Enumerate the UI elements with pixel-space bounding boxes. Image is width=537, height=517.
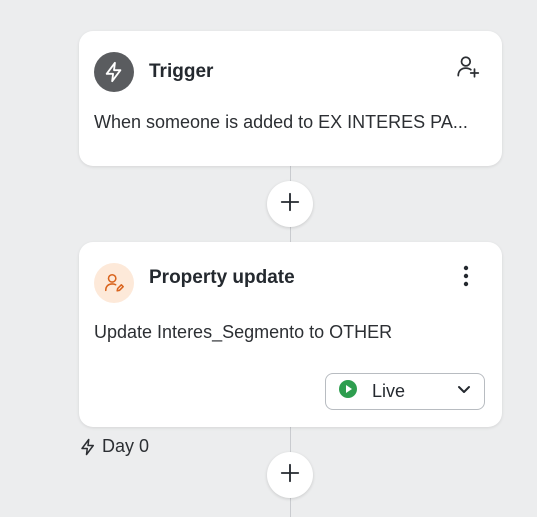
add-person-button[interactable] [454, 55, 482, 83]
person-edit-icon [94, 263, 134, 303]
add-person-icon [455, 54, 481, 85]
property-update-card[interactable]: Property update Update Interes_Segmento … [79, 242, 502, 427]
lightning-icon [79, 437, 97, 457]
trigger-card[interactable]: Trigger When someone is added to EX INTE… [79, 31, 502, 166]
delay-text: Day 0 [102, 436, 150, 456]
property-update-description: Update Interes_Segmento to OTHER [94, 322, 393, 342]
status-dropdown[interactable]: Live [325, 373, 485, 410]
lightning-icon [94, 52, 134, 92]
status-label: Live [372, 381, 406, 401]
trigger-title: Trigger [149, 61, 214, 82]
delay-label: Day 0 [79, 436, 149, 457]
chevron-down-icon [456, 381, 472, 402]
plus-icon [279, 191, 301, 218]
add-step-button[interactable] [267, 181, 313, 227]
play-circle-icon [338, 379, 358, 404]
add-step-button[interactable] [267, 452, 313, 498]
plus-icon [279, 462, 301, 489]
more-options-button[interactable] [452, 264, 480, 292]
more-vertical-icon [463, 265, 469, 292]
trigger-description: When someone is added to EX INTERES PA..… [94, 112, 468, 132]
property-update-title: Property update [149, 267, 295, 288]
